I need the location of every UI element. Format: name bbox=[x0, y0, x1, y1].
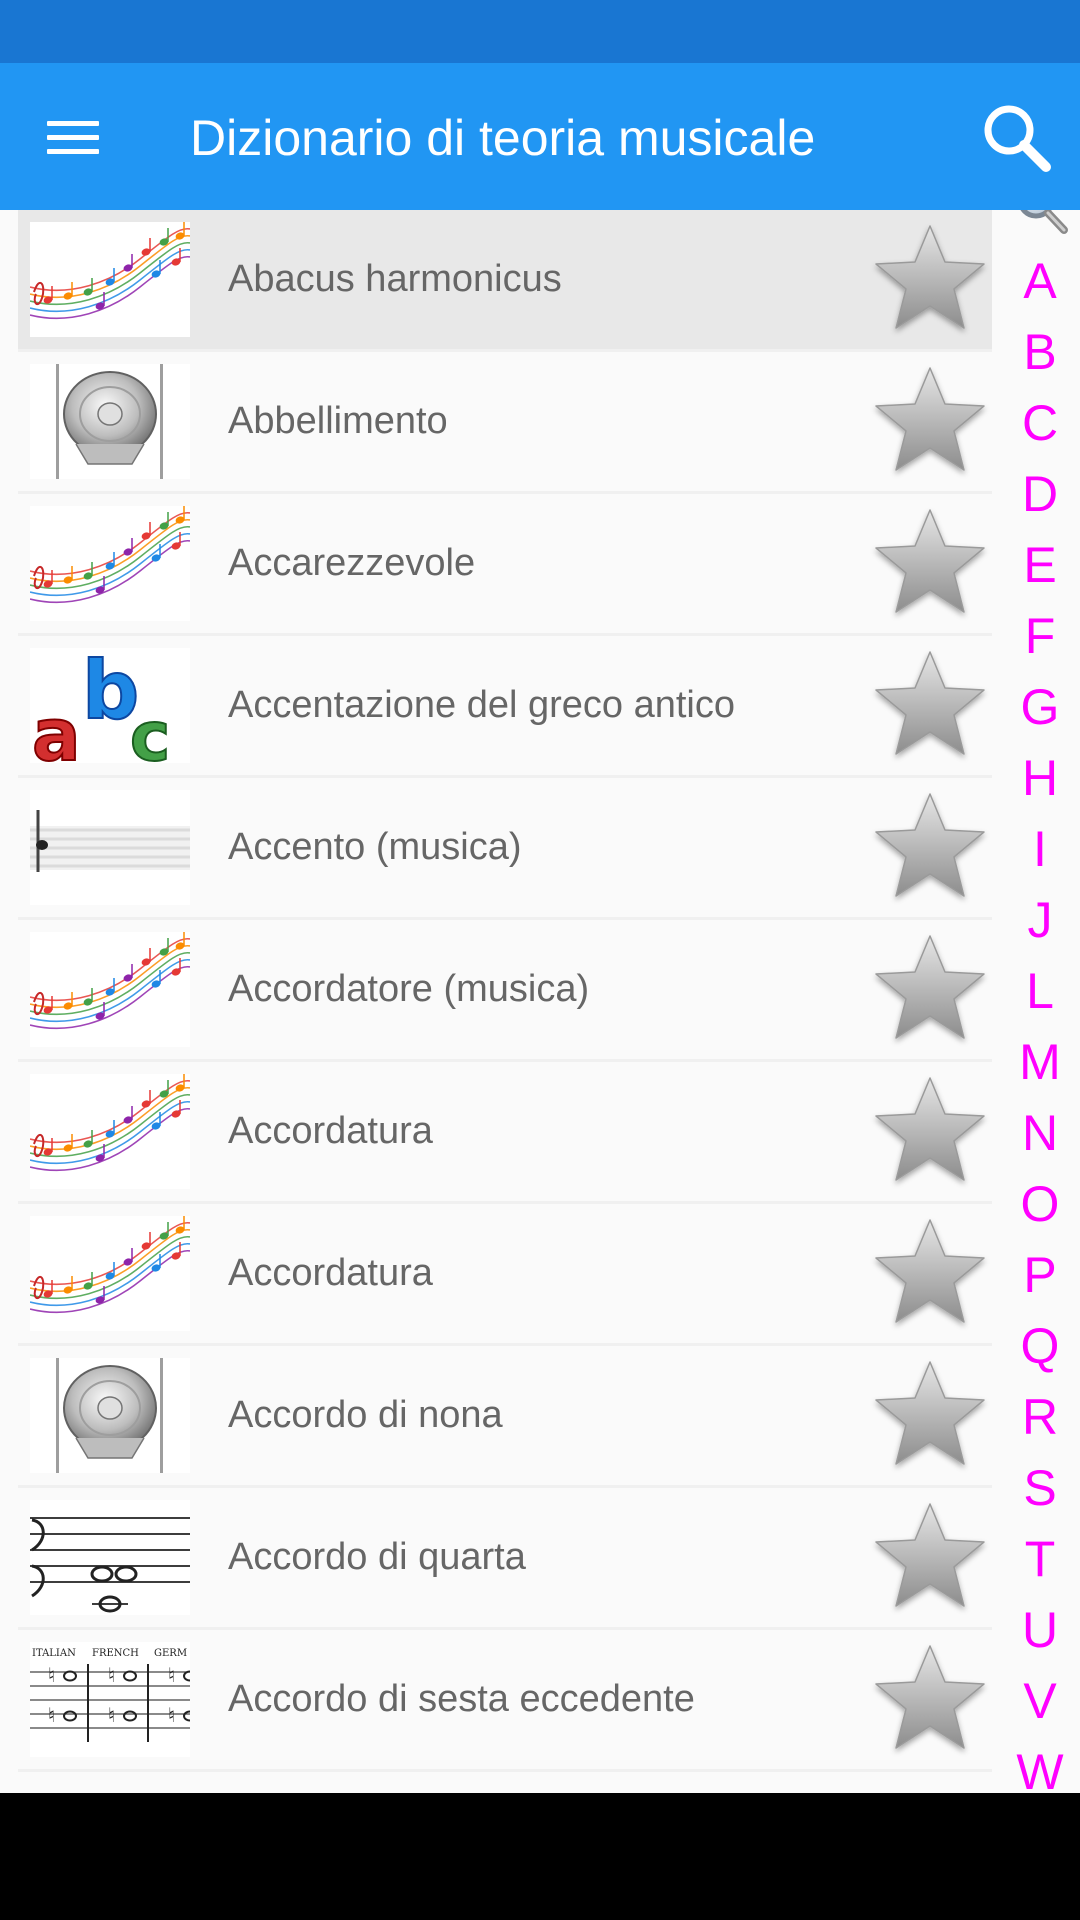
list-item-label: Accordo di nona bbox=[228, 1394, 503, 1436]
svg-text:♮: ♮ bbox=[48, 1663, 55, 1687]
list-item-label: Accordatore (musica) bbox=[228, 968, 590, 1010]
hamburger-menu-icon[interactable] bbox=[30, 103, 116, 171]
index-letter-e[interactable]: E bbox=[1000, 536, 1080, 594]
index-letter-r[interactable]: R bbox=[1000, 1388, 1080, 1446]
index-letter-g[interactable]: G bbox=[1000, 678, 1080, 736]
index-letter-v[interactable]: V bbox=[1000, 1672, 1080, 1730]
index-letter-h[interactable]: H bbox=[1000, 749, 1080, 807]
thumbnail-label-italian: ITALIAN bbox=[32, 1648, 76, 1659]
index-letter-u[interactable]: U bbox=[1000, 1601, 1080, 1659]
list-item[interactable]: Accordo di quarta bbox=[18, 1488, 992, 1630]
abc-letters-icon: abc bbox=[30, 648, 190, 763]
index-letter-d[interactable]: D bbox=[1000, 465, 1080, 523]
list-item[interactable]: Accordatura bbox=[18, 1062, 992, 1204]
index-letter-m[interactable]: M bbox=[1000, 1033, 1080, 1091]
star-icon[interactable] bbox=[870, 364, 990, 482]
index-letter-j[interactable]: J bbox=[1000, 891, 1080, 949]
app-bar: Dizionario di teoria musicale bbox=[0, 63, 1080, 210]
list-item[interactable]: a b c Accentazione del greco antico bbox=[18, 636, 992, 778]
list-item-label: Accordatura bbox=[228, 1110, 433, 1152]
music-staff-notes-icon bbox=[30, 506, 190, 621]
music-staff-notes-icon bbox=[30, 222, 190, 337]
svg-text:♮: ♮ bbox=[108, 1663, 115, 1687]
music-staff-notes-icon bbox=[30, 1216, 190, 1331]
list-item-label: Accordo di sesta eccedente bbox=[228, 1678, 695, 1720]
list-item-label: Accordo di quarta bbox=[228, 1536, 526, 1578]
list-item[interactable]: ITALIAN FRENCH GERM ♮ ♮ ♮ ♮ ♮ ♮ Accordo di sesta … bbox=[18, 1630, 992, 1772]
star-icon[interactable] bbox=[870, 932, 990, 1050]
index-letter-t[interactable]: T bbox=[1000, 1530, 1080, 1588]
star-icon[interactable] bbox=[870, 1500, 990, 1618]
augmented-sixth-chords-image: ITALIAN FRENCH GERM ♮ ♮ ♮ ♮ ♮ ♮ bbox=[30, 1642, 190, 1757]
content-area: Abacus harmonicus Abbellimento Accarezzevo… bbox=[0, 210, 1080, 1793]
alphabet-index-bar: ABCDEFGHIJLMNOPQRSTUVW bbox=[1000, 210, 1080, 1793]
svg-text:♮: ♮ bbox=[48, 1703, 55, 1727]
list-item[interactable]: Abbellimento bbox=[18, 352, 992, 494]
star-icon[interactable] bbox=[870, 648, 990, 766]
svg-text:a: a bbox=[32, 693, 81, 763]
star-icon[interactable] bbox=[870, 1642, 990, 1760]
list-item[interactable]: Accordatura bbox=[18, 1204, 992, 1346]
term-list: Abacus harmonicus Abbellimento Accarezzevo… bbox=[18, 210, 992, 1772]
list-item-label: Accento (musica) bbox=[228, 826, 522, 868]
index-letter-b[interactable]: B bbox=[1000, 323, 1080, 381]
star-icon[interactable] bbox=[870, 222, 990, 340]
star-icon[interactable] bbox=[870, 1358, 990, 1476]
app-title: Dizionario di teoria musicale bbox=[190, 110, 816, 166]
list-item[interactable]: Accento (musica) bbox=[18, 778, 992, 920]
staff-accent-image bbox=[30, 790, 190, 905]
index-letter-s[interactable]: S bbox=[1000, 1459, 1080, 1517]
index-letter-a[interactable]: A bbox=[1000, 252, 1080, 310]
thumbnail-label-french: FRENCH bbox=[92, 1648, 139, 1659]
svg-text:♮: ♮ bbox=[168, 1663, 175, 1687]
index-letter-f[interactable]: F bbox=[1000, 607, 1080, 665]
list-item-label: Accentazione del greco antico bbox=[228, 684, 735, 726]
index-letter-c[interactable]: C bbox=[1000, 394, 1080, 452]
index-letter-o[interactable]: O bbox=[1000, 1175, 1080, 1233]
bass-clef-chord-image bbox=[30, 1500, 190, 1615]
list-item-label: Abbellimento bbox=[228, 400, 448, 442]
thumbnail-label-german: GERM bbox=[154, 1648, 187, 1659]
index-letter-p[interactable]: P bbox=[1000, 1246, 1080, 1304]
music-staff-notes-icon bbox=[30, 1074, 190, 1189]
search-icon[interactable] bbox=[978, 99, 1056, 177]
list-item[interactable]: Accarezzevole bbox=[18, 494, 992, 636]
index-letter-w[interactable]: W bbox=[1000, 1743, 1080, 1793]
svg-text:♮: ♮ bbox=[108, 1703, 115, 1727]
star-icon[interactable] bbox=[870, 506, 990, 624]
star-icon[interactable] bbox=[870, 790, 990, 908]
list-item-label: Accarezzevole bbox=[228, 542, 476, 584]
list-item[interactable]: Abacus harmonicus bbox=[18, 210, 992, 352]
list-item-label: Abacus harmonicus bbox=[228, 258, 562, 300]
speaker-icon bbox=[30, 1358, 190, 1473]
index-letter-l[interactable]: L bbox=[1000, 962, 1080, 1020]
svg-text:♮: ♮ bbox=[168, 1703, 175, 1727]
star-icon[interactable] bbox=[870, 1074, 990, 1192]
index-letter-n[interactable]: N bbox=[1000, 1104, 1080, 1162]
status-bar bbox=[0, 0, 1080, 63]
list-item-label: Accordatura bbox=[228, 1252, 433, 1294]
list-item[interactable]: Accordo di nona bbox=[18, 1346, 992, 1488]
list-item[interactable]: Accordatore (musica) bbox=[18, 920, 992, 1062]
index-letter-i[interactable]: I bbox=[1000, 820, 1080, 878]
star-icon[interactable] bbox=[870, 1216, 990, 1334]
navigation-bar-area bbox=[0, 1793, 1080, 1920]
magnifier-icon[interactable] bbox=[1014, 210, 1070, 236]
svg-text:c: c bbox=[130, 698, 170, 763]
speaker-icon bbox=[30, 364, 190, 479]
index-letter-q[interactable]: Q bbox=[1000, 1317, 1080, 1375]
music-staff-notes-icon bbox=[30, 932, 190, 1047]
